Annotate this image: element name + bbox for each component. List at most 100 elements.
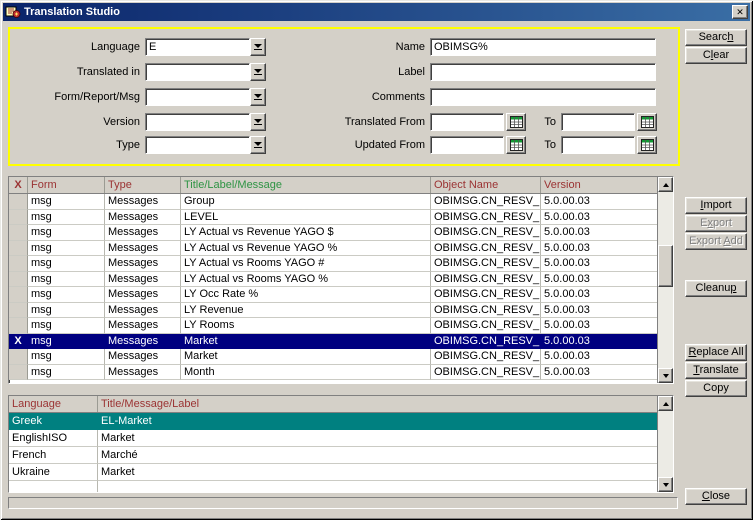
scroll-down-button[interactable] <box>658 368 673 383</box>
cell-form: msg <box>28 272 105 288</box>
search-button[interactable]: Search <box>685 29 747 46</box>
translated-from-calendar-button[interactable] <box>506 113 526 131</box>
form-report-msg-input[interactable] <box>145 88 250 106</box>
version-input[interactable] <box>145 113 250 131</box>
form-report-msg-lov-button[interactable] <box>250 88 266 106</box>
list-item[interactable] <box>9 481 658 493</box>
cleanup-button[interactable]: Cleanup <box>685 280 747 297</box>
updated-to-label: To <box>530 136 556 154</box>
app-icon <box>5 5 21 19</box>
version-lov-button[interactable] <box>250 113 266 131</box>
name-input[interactable] <box>430 38 656 56</box>
table-row[interactable]: XmsgMessagesMarketOBIMSG.CN_RESV_PACE5.0… <box>9 334 658 350</box>
cell-type: Messages <box>105 256 181 272</box>
translated-in-lov-button[interactable] <box>250 63 266 81</box>
cell-title: Market <box>181 334 431 350</box>
scroll-up-button[interactable] <box>658 396 673 411</box>
updated-from-input[interactable] <box>430 136 504 154</box>
cell-version: 5.0.00.03 <box>541 365 658 381</box>
translation-studio-window: Translation Studio ✕ Language Translated… <box>0 0 753 520</box>
import-button[interactable]: Import <box>685 197 747 214</box>
translate-button[interactable]: Translate <box>685 362 747 379</box>
language-label: Language <box>10 38 140 56</box>
close-button-main[interactable]: Close <box>685 488 747 505</box>
table-row[interactable]: msgMessagesMonthOBIMSG.CN_RESV_PACE5.0.0… <box>9 365 658 381</box>
cell-type: Messages <box>105 303 181 319</box>
replace-all-button[interactable]: Replace All <box>685 344 747 361</box>
cell-x <box>9 318 28 334</box>
cell-object-name: OBIMSG.CN_RESV_PACE <box>431 225 541 241</box>
window-title: Translation Studio <box>24 6 732 18</box>
translated-to-calendar-button[interactable] <box>637 113 657 131</box>
table-row[interactable]: msgMessagesGroupOBIMSG.CN_RESV_PACE5.0.0… <box>9 194 658 210</box>
cell-object-name: OBIMSG.CN_RESV_PACE <box>431 194 541 210</box>
list-item[interactable]: GreekEL-Market <box>9 413 658 430</box>
cell-object-name: OBIMSG.CN_RESV_PACE <box>431 272 541 288</box>
dropdown-bar <box>254 74 262 75</box>
label-input[interactable] <box>430 63 656 81</box>
updated-to-calendar-button[interactable] <box>637 136 657 154</box>
copy-button[interactable]: Copy <box>685 380 747 397</box>
table-row[interactable]: msgMessagesLY RevenueOBIMSG.CN_RESV_PACE… <box>9 303 658 319</box>
cell-type: Messages <box>105 334 181 350</box>
language-lov-button[interactable] <box>250 38 266 56</box>
list-item[interactable]: EnglishISOMarket <box>9 430 658 447</box>
cell-object-name: OBIMSG.CN_RESV_PACE <box>431 303 541 319</box>
translations-scrollbar[interactable] <box>657 396 673 492</box>
export-add-button: Export Add <box>685 233 747 250</box>
column-header-version: Version <box>541 177 658 193</box>
titlebar[interactable]: Translation Studio ✕ <box>3 3 750 21</box>
translated-from-input[interactable] <box>430 113 504 131</box>
list-item[interactable]: FrenchMarché <box>9 447 658 464</box>
table-row[interactable]: msgMessagesLY Occ Rate %OBIMSG.CN_RESV_P… <box>9 287 658 303</box>
translated-to-input[interactable] <box>561 113 635 131</box>
clear-button[interactable]: Clear <box>685 47 747 64</box>
cell-form: msg <box>28 334 105 350</box>
table-row[interactable]: msgMessagesLY Actual vs Rooms YAGO %OBIM… <box>9 272 658 288</box>
scroll-down-icon <box>663 483 669 487</box>
close-button[interactable]: ✕ <box>732 5 748 19</box>
cell-title-message-label: EL-Market <box>98 413 658 430</box>
cell-language: EnglishISO <box>9 430 98 447</box>
table-row[interactable]: msgMessagesLY Actual vs Rooms YAGO #OBIM… <box>9 256 658 272</box>
results-table-body: msgMessagesGroupOBIMSG.CN_RESV_PACE5.0.0… <box>9 194 658 380</box>
scroll-down-button[interactable] <box>658 477 673 492</box>
scroll-up-button[interactable] <box>658 177 673 192</box>
cell-x <box>9 272 28 288</box>
status-bar <box>8 497 678 509</box>
table-row[interactable]: msgMessagesMarketOBIMSG.CN_RESV_PACE5.0.… <box>9 349 658 365</box>
table-row[interactable]: msgMessagesLY Actual vs Revenue YAGO $OB… <box>9 225 658 241</box>
dropdown-bar <box>254 124 262 125</box>
comments-input[interactable] <box>430 88 656 106</box>
column-header-title-message-label: Title/Message/Label <box>98 396 658 412</box>
cell-type: Messages <box>105 349 181 365</box>
cell-form: msg <box>28 225 105 241</box>
cell-language: Greek <box>9 413 98 430</box>
translated-to-label: To <box>530 113 556 131</box>
table-row[interactable]: msgMessagesLY Actual vs Revenue YAGO %OB… <box>9 241 658 257</box>
table-row[interactable]: msgMessagesLEVELOBIMSG.CN_RESV_PACE5.0.0… <box>9 210 658 226</box>
cell-title: Month <box>181 365 431 381</box>
results-scrollbar[interactable] <box>657 177 673 383</box>
cell-x <box>9 349 28 365</box>
language-input[interactable] <box>145 38 250 56</box>
column-header-title-label-message: Title/Label/Message <box>181 177 431 193</box>
translated-in-input[interactable] <box>145 63 250 81</box>
table-row[interactable]: msgMessagesLY RoomsOBIMSG.CN_RESV_PACE5.… <box>9 318 658 334</box>
cell-form: msg <box>28 194 105 210</box>
cell-title-message-label: Market <box>98 430 658 447</box>
scrollbar-thumb[interactable] <box>658 245 673 287</box>
cell-title: LEVEL <box>181 210 431 226</box>
type-input[interactable] <box>145 136 250 154</box>
updated-to-input[interactable] <box>561 136 635 154</box>
list-item[interactable]: UkraineMarket <box>9 464 658 481</box>
cell-version: 5.0.00.03 <box>541 303 658 319</box>
cell-title: LY Actual vs Rooms YAGO % <box>181 272 431 288</box>
cell-title: LY Rooms <box>181 318 431 334</box>
updated-from-calendar-button[interactable] <box>506 136 526 154</box>
type-lov-button[interactable] <box>250 136 266 154</box>
cell-title-message-label: Market <box>98 464 658 481</box>
cell-version: 5.0.00.03 <box>541 318 658 334</box>
cell-title: LY Actual vs Revenue YAGO % <box>181 241 431 257</box>
dropdown-bar <box>254 99 262 100</box>
